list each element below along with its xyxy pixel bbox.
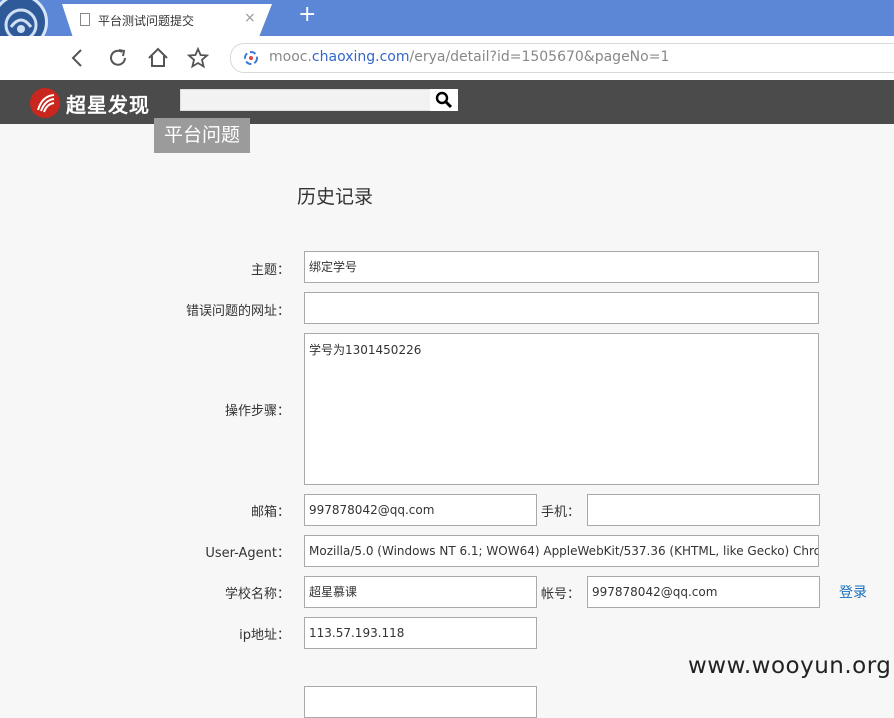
error-url-field[interactable] (304, 292, 819, 324)
steps-textarea[interactable]: 学号为1301450226 (304, 333, 819, 485)
tab-title: 平台测试问题提交 (98, 14, 195, 28)
user-agent-field[interactable]: Mozilla/5.0 (Windows NT 6.1; WOW64) Appl… (304, 535, 819, 567)
subject-field[interactable]: 绑定学号 (304, 251, 819, 283)
account-label: 帐号： (541, 587, 581, 602)
email-field[interactable]: 997878042@qq.com (304, 494, 537, 526)
subject-label: 主题： (250, 263, 290, 278)
site-header: 超星发现 (0, 80, 894, 124)
page-title: 历史记录 (297, 186, 374, 208)
site-logo-text[interactable]: 超星发现 (66, 89, 150, 118)
back-icon[interactable] (66, 46, 90, 70)
section-tab-platform-issues[interactable]: 平台问题 (154, 118, 250, 153)
error-url-label: 错误问题的网址： (185, 304, 290, 319)
captcha-field[interactable] (304, 686, 537, 718)
site-search-input[interactable] (180, 89, 456, 111)
login-link[interactable]: 登录 (839, 582, 867, 602)
school-label: 学校名称： (224, 587, 290, 602)
browser-tabbar: 平台测试问题提交 × + (0, 0, 894, 50)
new-tab-button[interactable]: + (298, 3, 316, 27)
chaoxing-logo-icon[interactable] (30, 88, 60, 118)
search-icon (435, 91, 453, 109)
phone-field[interactable] (587, 494, 820, 526)
browser-navbar: mooc.chaoxing.com/erya/detail?id=1505670… (0, 36, 894, 81)
steps-label: 操作步骤： (224, 404, 290, 419)
url-text: mooc.chaoxing.com/erya/detail?id=1505670… (269, 49, 670, 65)
address-bar[interactable]: mooc.chaoxing.com/erya/detail?id=1505670… (230, 43, 894, 73)
ip-field[interactable]: 113.57.193.118 (304, 617, 537, 649)
browser-tab-active[interactable]: 平台测试问题提交 × (62, 4, 272, 36)
reload-icon[interactable] (106, 46, 130, 70)
user-agent-label: User-Agent： (205, 546, 290, 561)
school-field[interactable]: 超星慕课 (304, 576, 537, 608)
ip-label: ip地址： (239, 628, 290, 643)
close-icon[interactable]: × (244, 10, 256, 26)
account-field[interactable]: 997878042@qq.com (587, 576, 820, 608)
star-icon[interactable] (186, 46, 210, 70)
phone-label: 手机： (541, 505, 581, 520)
home-icon[interactable] (146, 46, 170, 70)
site-info-icon[interactable] (243, 50, 259, 70)
page-icon (80, 13, 90, 26)
site-search-button[interactable] (430, 89, 458, 111)
email-label: 邮箱： (250, 505, 290, 520)
watermark: www.wooyun.org (688, 653, 892, 679)
